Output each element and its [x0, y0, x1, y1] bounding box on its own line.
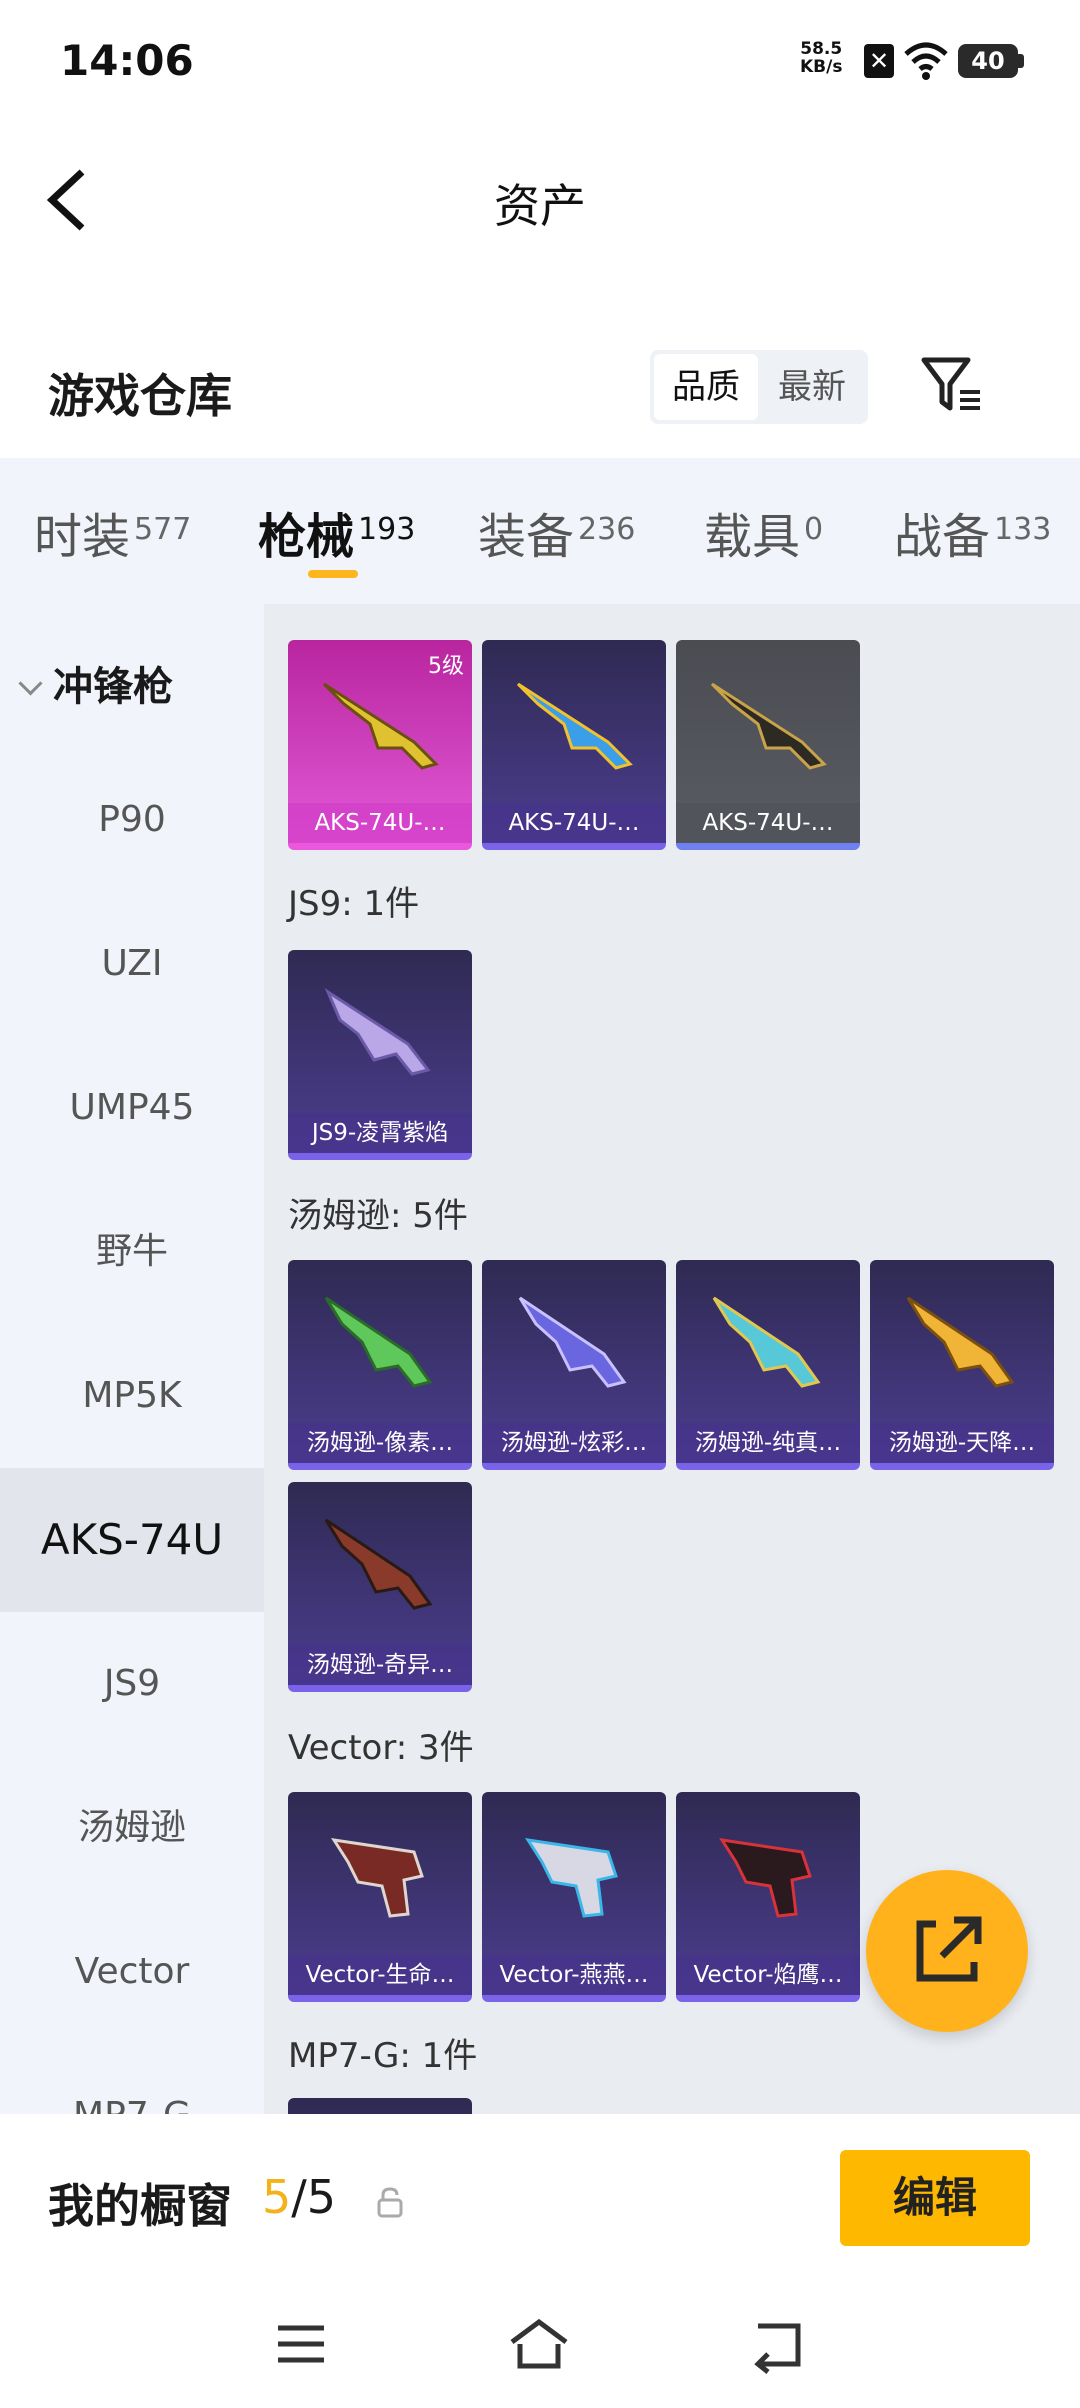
tab-fashion[interactable]: 时装 577: [34, 497, 191, 567]
edit-showcase-button[interactable]: 编辑: [840, 2150, 1030, 2246]
page-title: 资产: [494, 179, 586, 233]
status-time: 14:06: [60, 36, 194, 85]
smg-icon: [524, 1838, 618, 1918]
weapon-card-label: Vector-燕燕…: [482, 1955, 666, 1995]
tab-vehicles[interactable]: 载具 0: [704, 497, 823, 567]
filter-icon[interactable]: [918, 354, 988, 414]
showcase-count: 5/5: [262, 2170, 337, 2224]
section-title-thompson: 汤姆逊: 5件: [288, 1196, 468, 1236]
menu-icon[interactable]: [266, 2314, 336, 2374]
sidebar-item-mp5k[interactable]: MP5K: [0, 1324, 264, 1468]
nfc-icon: ✕: [864, 44, 894, 78]
sidebar-group-smg[interactable]: 冲锋枪: [18, 654, 173, 712]
sidebar-item-ump45[interactable]: UMP45: [0, 1036, 264, 1180]
net-speed-value: 58.5: [800, 39, 843, 59]
sort-by-newest-button[interactable]: 最新: [760, 354, 864, 420]
warehouse-title: 游戏仓库: [48, 369, 232, 423]
weapon-card[interactable]: [288, 2098, 472, 2114]
tab-firearms[interactable]: 枪械 193: [258, 497, 415, 567]
weapon-card[interactable]: Vector-生命…: [288, 1792, 472, 2002]
sidebar-item-bison[interactable]: 野牛: [0, 1180, 264, 1324]
tab-equipment[interactable]: 装备 236: [478, 497, 635, 567]
back-nav-icon[interactable]: [744, 2314, 814, 2374]
tab-supplies[interactable]: 战备 133: [894, 497, 1051, 567]
sort-by-quality-button[interactable]: 品质: [654, 354, 758, 420]
section-title-mp7g: MP7-G: 1件: [288, 2036, 478, 2076]
sidebar-item-aks74u[interactable]: AKS-74U: [0, 1468, 264, 1612]
share-export-icon: [916, 1916, 982, 1982]
share-export-button[interactable]: [866, 1870, 1028, 2032]
showcase-label: 我的橱窗: [48, 2179, 232, 2233]
weapon-card[interactable]: AKS-74U-…: [482, 640, 666, 850]
smg-icon: [518, 1296, 627, 1388]
net-speed-unit: KB/s: [800, 57, 843, 77]
smg-icon: [324, 1296, 433, 1388]
weapon-card-label: AKS-74U-…: [482, 803, 666, 843]
sidebar-item-thompson[interactable]: 汤姆逊: [0, 1756, 264, 1900]
lock-icon: [377, 2187, 403, 2218]
sidebar-item-js9[interactable]: JS9: [0, 1612, 264, 1756]
smg-icon: [330, 1838, 424, 1918]
battery-tip: [1018, 54, 1024, 68]
sidebar-item-vector[interactable]: Vector: [0, 1900, 264, 2044]
weapon-card[interactable]: 汤姆逊-纯真…: [676, 1260, 860, 1470]
weapon-card-label: 汤姆逊-纯真…: [676, 1423, 860, 1463]
weapon-card-label: AKS-74U-…: [288, 803, 472, 843]
weapon-card-label: 汤姆逊-天降…: [870, 1423, 1054, 1463]
weapon-card[interactable]: 汤姆逊-像素…: [288, 1260, 472, 1470]
wifi-icon: [904, 42, 948, 80]
smg-icon: [712, 1296, 821, 1388]
weapon-card[interactable]: 汤姆逊-奇异…: [288, 1482, 472, 1692]
weapon-sidebar: 冲锋枪 P90 UZI UMP45 野牛 MP5K AKS-74U JS9 汤姆…: [0, 604, 264, 2114]
weapon-card-label: AKS-74U-…: [676, 803, 860, 843]
smg-icon: [718, 1838, 812, 1918]
weapon-card-label: 汤姆逊-像素…: [288, 1423, 472, 1463]
rifle-icon: [322, 682, 439, 770]
weapon-card[interactable]: 汤姆逊-天降…: [870, 1260, 1054, 1470]
smg-icon: [906, 1296, 1015, 1388]
weapon-card[interactable]: AKS-74U-…: [676, 640, 860, 850]
chevron-down-icon: [18, 671, 43, 696]
weapon-card-label: Vector-生命…: [288, 1955, 472, 1995]
weapon-card[interactable]: 5级 AKS-74U-…: [288, 640, 472, 850]
active-tab-indicator: [308, 570, 358, 578]
rifle-icon: [516, 682, 633, 770]
weapon-card-label: 汤姆逊-炫彩…: [482, 1423, 666, 1463]
weapon-card-label: JS9-凌霄紫焰: [288, 1113, 472, 1153]
home-icon[interactable]: [504, 2314, 574, 2374]
weapon-card[interactable]: 汤姆逊-炫彩…: [482, 1260, 666, 1470]
weapon-card-label: 汤姆逊-奇异…: [288, 1645, 472, 1685]
weapon-card[interactable]: JS9-凌霄紫焰: [288, 950, 472, 1160]
rifle-icon: [710, 682, 827, 770]
battery-icon: 40: [958, 44, 1018, 78]
sidebar-item-uzi[interactable]: UZI: [0, 892, 264, 1036]
smg-icon: [324, 1518, 433, 1610]
network-speed: 58.5 KB/s: [800, 40, 842, 76]
weapon-card[interactable]: Vector-燕燕…: [482, 1792, 666, 2002]
sidebar-item-mp7g[interactable]: MP7-G: [0, 2044, 264, 2114]
weapon-card-label: Vector-焰鹰…: [676, 1955, 860, 1995]
sidebar-item-p90[interactable]: P90: [0, 748, 264, 892]
weapon-card[interactable]: Vector-焰鹰…: [676, 1792, 860, 2002]
smg-icon: [324, 988, 431, 1076]
section-title-vector: Vector: 3件: [288, 1728, 474, 1768]
section-title-js9: JS9: 1件: [288, 884, 420, 924]
